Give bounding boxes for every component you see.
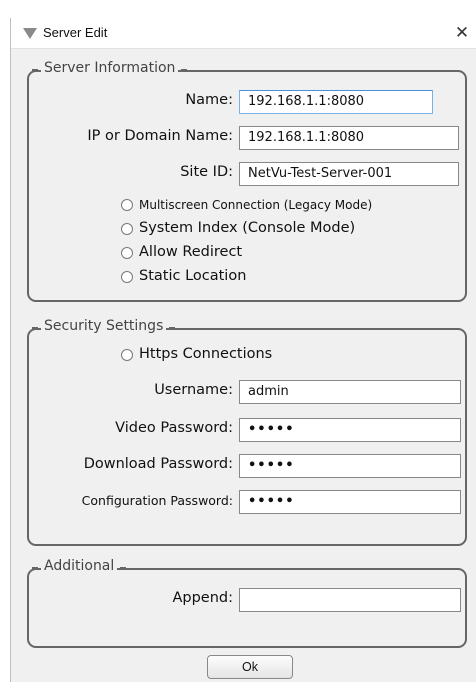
configuration-password-label: Configuration Password: — [81, 493, 233, 508]
ok-button[interactable]: Ok — [207, 655, 293, 679]
ip-field[interactable]: 192.168.1.1:8080 — [239, 126, 459, 150]
server-information-group: Server Information Name: 192.168.1.1:808… — [27, 60, 467, 302]
app-triangle-icon — [23, 28, 37, 39]
ip-label: IP or Domain Name: — [87, 128, 233, 144]
allow-redirect-option[interactable]: Allow Redirect — [121, 244, 321, 264]
username-field[interactable]: admin — [239, 380, 461, 404]
additional-group: Additional Append: — [27, 558, 467, 648]
https-label: Https Connections — [139, 346, 273, 362]
configuration-password-field[interactable]: ••••• — [239, 490, 461, 514]
site-id-field[interactable]: NetVu-Test-Server-001 — [239, 162, 459, 186]
name-field[interactable]: 192.168.1.1:8080 — [239, 90, 433, 114]
system-index-radio[interactable] — [121, 223, 133, 235]
video-password-field[interactable]: ••••• — [239, 418, 461, 442]
multiscreen-option[interactable]: Multiscreen Connection (Legacy Mode) — [121, 196, 421, 216]
multiscreen-label: Multiscreen Connection (Legacy Mode) — [139, 198, 373, 212]
site-id-label: Site ID: — [180, 164, 233, 180]
multiscreen-radio[interactable] — [121, 199, 133, 211]
close-icon[interactable]: ✕ — [451, 22, 473, 44]
https-option[interactable]: Https Connections — [121, 346, 321, 366]
server-edit-dialog: Server Edit ✕ Server Information Name: 1… — [10, 18, 476, 682]
allow-redirect-label: Allow Redirect — [139, 244, 243, 260]
system-index-option[interactable]: System Index (Console Mode) — [121, 220, 421, 240]
allow-redirect-radio[interactable] — [121, 247, 133, 259]
append-label: Append: — [172, 590, 233, 606]
additional-legend: Additional — [31, 558, 127, 574]
static-location-label: Static Location — [139, 268, 247, 284]
https-radio[interactable] — [121, 349, 133, 361]
title-bar: Server Edit ✕ — [11, 18, 476, 49]
security-settings-group: Security Settings Https Connections User… — [27, 318, 467, 546]
append-field[interactable] — [239, 588, 461, 612]
download-password-field[interactable]: ••••• — [239, 454, 461, 478]
video-password-label: Video Password: — [115, 420, 233, 436]
name-label: Name: — [185, 92, 233, 108]
security-settings-legend: Security Settings — [31, 318, 176, 334]
username-label: Username: — [154, 382, 233, 398]
server-information-legend: Server Information — [31, 60, 188, 76]
system-index-label: System Index (Console Mode) — [139, 220, 356, 236]
static-location-option[interactable]: Static Location — [121, 268, 321, 288]
window-title: Server Edit — [43, 25, 108, 40]
static-location-radio[interactable] — [121, 271, 133, 283]
download-password-label: Download Password: — [83, 456, 233, 472]
